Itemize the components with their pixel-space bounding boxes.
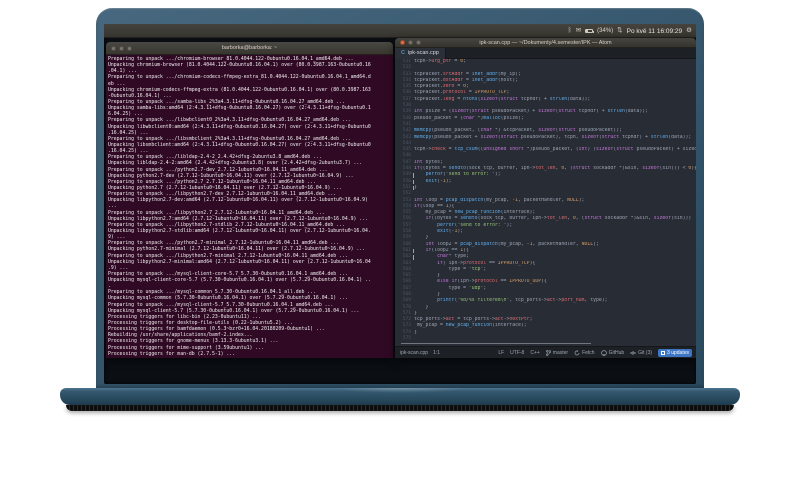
- terminal-output[interactable]: Preparing to unpack .../chromium-browser…: [106, 55, 393, 358]
- atom-window-title: ipk-scan.cpp — ~/Dokumenty/4.semester/IP…: [479, 39, 612, 46]
- status-branch[interactable]: master: [545, 349, 568, 356]
- battery-fill: [586, 30, 589, 32]
- terminal-line: Unpacking libldap-2.4-2:amd64 (2.4.42+df…: [108, 161, 363, 167]
- terminal-line: Unpacking chromium-browser (81.0.4044.12…: [108, 63, 371, 69]
- tab-label: ipk-scan.cpp: [407, 49, 439, 56]
- terminal-line: Processing triggers for man-db (2.7.5-1)…: [108, 351, 236, 357]
- laptop-mockup: ᛒ ✉ (34%) ⇅ Po kvě 11 16:09:29 ⚙ barbork…: [0, 0, 800, 477]
- bluetooth-icon[interactable]: ᛒ: [568, 27, 572, 35]
- network-arrows-icon[interactable]: ⇅: [617, 27, 622, 35]
- laptop-base: [60, 388, 740, 405]
- session-gear-icon[interactable]: ⚙: [686, 27, 692, 35]
- laptop-vent: [66, 405, 734, 411]
- status-filename[interactable]: ipk-scan.cpp: [400, 350, 428, 356]
- terminal-line: Unpacking samba-libs:amd64 (2:4.3.11+dfs…: [108, 106, 371, 112]
- atom-titlebar[interactable]: ipk-scan.cpp — ~/Dokumenty/4.semester/IP…: [395, 38, 696, 48]
- tab-ipk-scan[interactable]: C ipk-scan.cpp: [395, 48, 446, 59]
- terminal-line: Unpacking libpython2.7-stdlib:amd64 (2.7…: [108, 228, 371, 234]
- status-grammar[interactable]: C++: [530, 350, 539, 356]
- terminal-line: Unpacking chromium-codecs-ffmpeg-extra (…: [108, 87, 371, 93]
- terminal-line: Unpacking python2.7-dev (2.7.12-1ubuntu0…: [108, 173, 354, 179]
- top-panel: ᛒ ✉ (34%) ⇅ Po kvě 11 16:09:29 ⚙: [104, 24, 696, 38]
- git-branch-icon: [545, 349, 551, 356]
- updates-badge[interactable]: 3 updates: [658, 348, 692, 357]
- sync-icon: [574, 349, 580, 356]
- github-icon: [600, 349, 607, 356]
- terminal-line: Unpacking libwbclient0:amd64 (2:4.3.11+d…: [108, 124, 371, 130]
- battery-percent: (34%): [597, 28, 614, 34]
- status-line-ending[interactable]: LF: [498, 350, 504, 356]
- status-bar: ipk-scan.cpp 1:1 LF UTF-8 C++ master Fet…: [395, 346, 696, 358]
- status-encoding[interactable]: UTF-8: [510, 350, 524, 356]
- terminal-titlebar[interactable]: barborka@barborka: ~: [106, 42, 393, 55]
- terminal-line: Unpacking python2.7-minimal (2.7.12-1ubu…: [108, 247, 366, 253]
- git-commit-icon: [630, 350, 637, 356]
- screen: ᛒ ✉ (34%) ⇅ Po kvě 11 16:09:29 ⚙ barbork…: [104, 24, 696, 384]
- battery-icon[interactable]: [585, 29, 595, 33]
- code-line: 575: [395, 336, 696, 342]
- status-git[interactable]: Git (3): [630, 350, 652, 356]
- atom-window: ipk-scan.cpp — ~/Dokumenty/4.semester/IP…: [395, 38, 696, 358]
- code-rows: 531 tcph->urg_ptr = 0; 532 533 tcpPacket.src…: [395, 59, 696, 342]
- terminal-line: Unpacking mysql-client-5.7 (5.7.30-0ubun…: [108, 308, 360, 314]
- terminal-line: Unpacking libsmbclient:amd64 (2:4.3.11+d…: [108, 142, 371, 148]
- status-github[interactable]: GitHub: [600, 349, 624, 356]
- terminal-line: Unpacking libpython2.7-dev:amd64 (2.7.12…: [108, 198, 368, 204]
- terminal-line: Unpacking libpython2.7-minimal:amd64 (2.…: [108, 259, 371, 265]
- status-cursor-position[interactable]: 1:1: [433, 350, 440, 356]
- mail-icon[interactable]: ✉: [576, 27, 581, 35]
- tab-bar: C ipk-scan.cpp: [395, 48, 696, 59]
- code-editor[interactable]: 531 tcph->urg_ptr = 0; 532 533 tcpPacket.src…: [395, 59, 696, 345]
- panel-clock[interactable]: Po kvě 11 16:09:29: [627, 28, 683, 35]
- terminal-line: Preparing to unpack .../libwbclient0_2%3…: [108, 118, 351, 124]
- terminal-window: barborka@barborka: ~ Preparing to unpack…: [106, 42, 393, 358]
- horizontal-scrollbar[interactable]: [401, 343, 591, 344]
- terminal-line: Preparing to unpack .../chromium-codecs-…: [108, 75, 371, 81]
- cpp-file-icon: C: [401, 49, 405, 56]
- terminal-title: barborka@barborka: ~: [221, 45, 278, 51]
- laptop-lid-notch: [335, 388, 465, 393]
- terminal-line: Unpacking libpython2.7:amd64 (2.7.12-1ub…: [108, 216, 368, 222]
- package-icon: [661, 350, 666, 355]
- line-number[interactable]: 575: [395, 336, 414, 342]
- terminal-line: Unpacking mysql-client-core-5.7 (5.7.30-…: [108, 278, 371, 284]
- status-fetch[interactable]: Fetch: [574, 349, 595, 356]
- panel-indicators[interactable]: ᛒ ✉ (34%) ⇅ Po kvě 11 16:09:29 ⚙: [568, 24, 692, 38]
- laptop-lid: ᛒ ✉ (34%) ⇅ Po kvě 11 16:09:29 ⚙ barbork…: [96, 8, 704, 388]
